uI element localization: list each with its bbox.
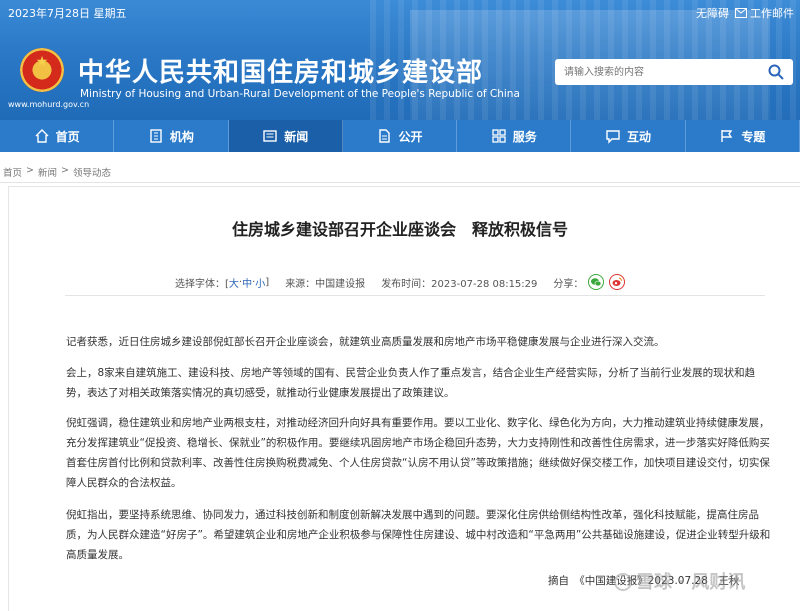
- nav-item-topic[interactable]: 专题: [686, 120, 800, 152]
- meta-divider: [65, 295, 765, 296]
- nav-item-interact[interactable]: 互动: [571, 120, 686, 152]
- mail-icon: [735, 8, 747, 18]
- nav-item-service[interactable]: 服务: [457, 120, 572, 152]
- article-paragraph: 倪虹强调，稳住建筑业和房地产业两根支柱，对推动经济回升向好具有重要作用。要以工业…: [66, 417, 770, 489]
- site-url: www.mohurd.gov.cn: [8, 100, 90, 109]
- breadcrumb-leader-news[interactable]: 领导动态: [73, 165, 111, 179]
- work-email-link[interactable]: 工作邮件: [735, 5, 794, 21]
- font-medium-link[interactable]: 中: [242, 275, 252, 290]
- snowball-logo-icon: [614, 573, 632, 591]
- building-icon: [150, 129, 162, 143]
- breadcrumb: 首页 > 新闻 > 领导动态: [3, 165, 111, 179]
- flag-icon: [721, 130, 733, 142]
- search-box: [555, 59, 793, 85]
- font-size-label: 选择字体：[: [175, 278, 229, 290]
- article-paragraph: 倪虹指出，要坚持系统思维、协同发力，通过科技创新和制度创新解决发展中遇到的问题。…: [66, 509, 771, 561]
- article-title: 住房城乡建设部召开企业座谈会 释放积极信号: [231, 220, 568, 239]
- share-label: 分享：: [553, 278, 584, 290]
- accessibility-link[interactable]: 无障碍: [696, 5, 729, 21]
- breadcrumb-divider: [0, 182, 800, 183]
- article-meta: 选择字体：[ 大 · 中 · 小 ] 来源：中国建设报 发布时间：2023-07…: [175, 274, 626, 290]
- nav-item-home[interactable]: 首页: [0, 120, 115, 152]
- site-header: 2023年7月28日 星期五 无障碍 工作邮件 www.mohurd.gov.c…: [0, 0, 800, 120]
- national-emblem-logo[interactable]: [20, 48, 64, 92]
- font-large-link[interactable]: 大: [229, 275, 239, 290]
- breadcrumb-separator: >: [61, 165, 69, 176]
- article-paragraph: 记者获悉，近日住房城乡建设部倪虹部长召开企业座谈会，就建筑业高质量发展和房地产市…: [66, 336, 665, 348]
- top-links: 无障碍 工作邮件: [696, 5, 794, 21]
- service-icon: [492, 129, 506, 143]
- weibo-share-icon[interactable]: [609, 274, 626, 290]
- font-small-link[interactable]: 小: [255, 275, 265, 290]
- chat-icon: [606, 130, 620, 144]
- breadcrumb-news[interactable]: 新闻: [38, 165, 57, 179]
- main-nav: 首页 机构 新闻 公开 服务 互动 专题: [0, 120, 800, 152]
- wechat-share-icon[interactable]: [588, 274, 605, 290]
- search-icon[interactable]: [767, 63, 785, 81]
- breadcrumb-separator: >: [26, 165, 34, 176]
- header-date: 2023年7月28日 星期五: [8, 7, 127, 20]
- home-icon: [35, 129, 49, 143]
- nav-item-public[interactable]: 公开: [343, 120, 458, 152]
- site-title-en: Ministry of Housing and Urban-Rural Deve…: [80, 88, 520, 100]
- nav-item-org[interactable]: 机构: [114, 120, 229, 152]
- news-icon: [263, 130, 277, 142]
- site-title[interactable]: 中华人民共和国住房和城乡建设部: [78, 52, 483, 89]
- document-icon: [379, 129, 391, 143]
- search-input[interactable]: [555, 59, 755, 85]
- nav-item-news[interactable]: 新闻: [228, 120, 343, 152]
- breadcrumb-home[interactable]: 首页: [3, 165, 22, 179]
- font-bracket-close: ]: [265, 276, 270, 288]
- article-published-time: 发布时间：2023-07-28 08:15:29: [381, 278, 538, 290]
- article-source: 来源：中国建设报: [285, 278, 366, 290]
- watermark: 雪球 · 风财讯: [636, 572, 746, 593]
- article-paragraph: 会上，8家来自建筑施工、建设科技、房地产等领域的国有、民营企业负责人作了重点发言…: [66, 367, 756, 399]
